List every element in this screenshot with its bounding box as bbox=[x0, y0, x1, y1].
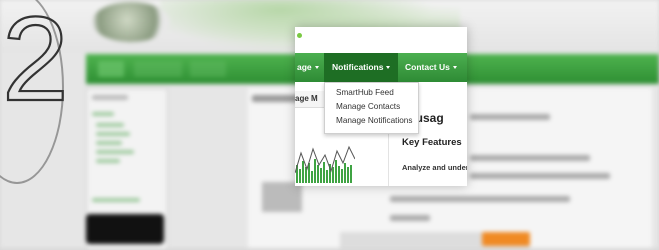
focus-header bbox=[295, 27, 467, 53]
sidebar-link-blurred[interactable] bbox=[96, 150, 134, 154]
menu-item-manage-notifications[interactable]: Manage Notifications bbox=[325, 114, 418, 128]
sidebar-link-blurred[interactable] bbox=[96, 159, 120, 163]
step-number-text: 2 bbox=[2, 2, 69, 106]
caret-down-icon bbox=[386, 66, 391, 70]
focused-screenshot: age Notifications Contact Us age M our u… bbox=[295, 27, 467, 186]
step-number-graphic: 2 bbox=[1, 2, 70, 106]
text-blurred bbox=[470, 155, 590, 161]
nav-item-blurred[interactable] bbox=[190, 61, 226, 77]
sidebar-link-blurred[interactable] bbox=[96, 141, 122, 145]
sidebar-link-blurred[interactable] bbox=[96, 123, 124, 127]
app-store-badge[interactable] bbox=[86, 214, 164, 244]
sidebar-link-blurred[interactable] bbox=[92, 112, 114, 116]
screenshot-canvas: 2 age Notifications Contact Us age M our… bbox=[0, 0, 659, 250]
feature-text: Analyze and under bbox=[402, 163, 467, 172]
sidebar-link-blurred[interactable] bbox=[92, 198, 140, 202]
caret-down-icon bbox=[452, 66, 457, 70]
nav-home-blurred[interactable] bbox=[98, 61, 124, 77]
usage-chart-thumbnail bbox=[295, 145, 355, 183]
menu-item-manage-contacts[interactable]: Manage Contacts bbox=[325, 100, 418, 114]
text-blurred bbox=[390, 215, 430, 221]
menu-item-smarthub-feed[interactable]: SmartHub Feed bbox=[325, 86, 418, 100]
key-features-heading: Key Features bbox=[402, 137, 462, 148]
caret-down-icon bbox=[314, 66, 319, 70]
orange-button[interactable] bbox=[482, 232, 530, 246]
text-blurred bbox=[470, 173, 610, 179]
nav-item-contact[interactable]: Contact Us bbox=[398, 53, 464, 82]
text-blurred bbox=[390, 196, 570, 202]
leaf-decoration bbox=[297, 33, 302, 38]
nav-item-manage[interactable]: age bbox=[295, 53, 325, 82]
nav-item-manage-label: age bbox=[297, 62, 312, 72]
notifications-dropdown-menu: SmartHub Feed Manage Contacts Manage Not… bbox=[324, 82, 419, 134]
image-blurred bbox=[262, 182, 302, 212]
site-logo bbox=[92, 2, 170, 42]
nav-item-contact-label: Contact Us bbox=[405, 62, 450, 72]
main-nav-bar: age Notifications Contact Us bbox=[295, 53, 467, 82]
nav-item-notifications[interactable]: Notifications bbox=[324, 53, 399, 82]
sidebar-link-blurred[interactable] bbox=[96, 132, 130, 136]
nav-item-blurred[interactable] bbox=[134, 61, 182, 77]
nav-item-notifications-label: Notifications bbox=[332, 62, 384, 72]
text-blurred bbox=[470, 114, 550, 120]
